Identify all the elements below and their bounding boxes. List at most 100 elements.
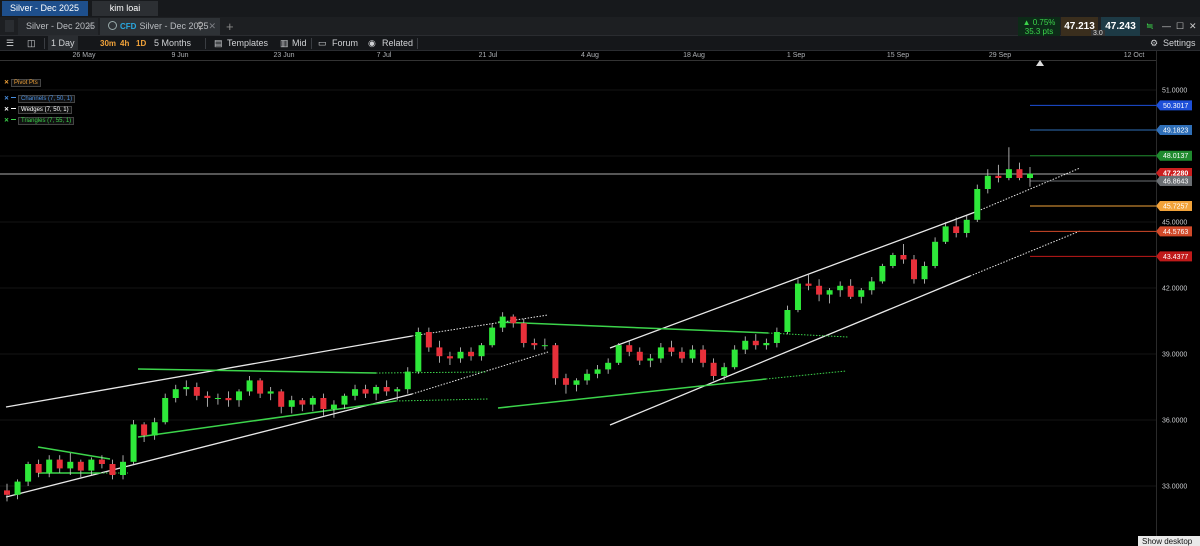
candle-body: [562, 378, 569, 385]
candle: [425, 327, 432, 352]
forum-icon[interactable]: ▭: [318, 36, 327, 51]
candle: [67, 453, 74, 475]
candle-body: [868, 281, 875, 291]
legend-triangles[interactable]: ✕ Triangles (7, 55, 1): [4, 117, 75, 125]
templates-button[interactable]: Templates: [227, 36, 268, 51]
candle-body: [1016, 169, 1023, 178]
eye-icon[interactable]: [11, 119, 17, 120]
candle: [14, 479, 21, 500]
close-icon[interactable]: ✕: [208, 18, 216, 35]
candle-body: [446, 356, 453, 359]
candle-body: [858, 290, 865, 297]
candle-body: [130, 424, 137, 462]
triangle-3-lower: [497, 378, 767, 409]
candle: [541, 338, 548, 350]
candle: [689, 345, 696, 363]
candle-body: [541, 345, 548, 347]
candle-body: [995, 175, 1002, 178]
trade-toggle-icon[interactable]: ≒: [1146, 17, 1154, 36]
candle: [531, 338, 538, 350]
pivot-tag-label: 48.0137: [1163, 153, 1188, 160]
pivot-tag: 49.1823: [1156, 124, 1192, 135]
instrument-tab-inactive[interactable]: Silver - Dec 2025 ✕: [18, 18, 98, 35]
candle: [56, 455, 63, 473]
pivot-tag-label: 45.7257: [1163, 204, 1188, 211]
price-mode-icon[interactable]: ▥: [280, 36, 289, 51]
candle-body: [478, 345, 485, 357]
candle: [974, 184, 981, 222]
candle-body: [889, 255, 896, 266]
interval-1d[interactable]: 1D: [136, 36, 146, 51]
price-mode-button[interactable]: Mid: [292, 36, 307, 51]
settings-button[interactable]: Settings: [1163, 36, 1196, 51]
wedge-upper-line: [609, 210, 979, 349]
remove-indicator-icon[interactable]: ✕: [4, 118, 9, 124]
close-icon[interactable]: ✕: [86, 18, 94, 35]
remove-indicator-icon[interactable]: ✕: [4, 80, 9, 86]
candle: [858, 288, 865, 304]
eye-icon[interactable]: [11, 97, 17, 98]
candle: [636, 347, 643, 365]
related-button[interactable]: Related: [382, 36, 413, 51]
legend-pivot[interactable]: ✕ Pivot Pts: [4, 79, 41, 87]
candle-body: [172, 389, 179, 398]
maximize-icon[interactable]: ☐: [1176, 17, 1184, 36]
candle: [657, 343, 664, 363]
window-tab-kim-loai[interactable]: kim loai: [92, 1, 158, 16]
candle-body: [141, 424, 148, 436]
templates-icon[interactable]: ▤: [214, 36, 223, 51]
remove-indicator-icon[interactable]: ✕: [4, 96, 9, 102]
search-icon[interactable]: ⚲: [197, 18, 204, 35]
candle-body: [151, 422, 158, 436]
buy-price-button[interactable]: 47.243: [1101, 17, 1140, 36]
candle-body: [341, 395, 348, 405]
layout-icon[interactable]: ◫: [27, 36, 36, 51]
legend-channels[interactable]: ✕ Channels (7, 50, 1): [4, 95, 76, 103]
price-tick-label: 42.0000: [1162, 286, 1187, 293]
candle-body: [921, 266, 928, 280]
interval-4h[interactable]: 4h: [120, 36, 129, 51]
date-tick-label: 4 Aug: [581, 52, 599, 59]
legend-triangles-label: Triangles (7, 55, 1): [18, 117, 75, 125]
forum-button[interactable]: Forum: [332, 36, 358, 51]
menu-handle-icon[interactable]: [5, 20, 14, 32]
candle-body: [183, 387, 190, 390]
price-chart[interactable]: 51.000048.000045.000042.000039.000036.00…: [0, 61, 1200, 546]
candle-body: [752, 340, 759, 346]
candle-body: [932, 241, 939, 266]
change-points: 35.3 pts: [1024, 27, 1054, 36]
candle-body: [109, 464, 116, 475]
candle: [816, 279, 823, 302]
candle-body: [1005, 169, 1012, 178]
instrument-tab-active[interactable]: CFD Silver - Dec 2025 ⚲ ✕: [100, 18, 220, 35]
candle: [900, 244, 907, 264]
candle: [921, 261, 928, 284]
add-tab-button[interactable]: +: [226, 17, 234, 36]
candle: [35, 459, 42, 478]
minimize-icon[interactable]: —: [1162, 17, 1171, 36]
pivot-tag: 48.0137: [1156, 150, 1192, 161]
related-icon[interactable]: ◉: [368, 36, 376, 51]
remove-indicator-icon[interactable]: ✕: [4, 107, 9, 113]
pivot-levels: [1030, 104, 1156, 257]
date-tick-label: 23 Jun: [273, 52, 295, 59]
candle: [605, 358, 612, 374]
candle-body: [552, 345, 559, 379]
interval-select[interactable]: 1 Day: [48, 36, 78, 51]
candle-body: [794, 283, 801, 310]
eye-icon[interactable]: [11, 108, 17, 109]
candle: [910, 255, 917, 284]
list-icon[interactable]: ☰: [6, 36, 14, 51]
range-select[interactable]: 5 Months: [154, 36, 191, 51]
legend-wedges[interactable]: ✕ Wedges (7, 50, 1): [4, 106, 72, 114]
window-tab-silver[interactable]: Silver - Dec 2025: [2, 1, 88, 16]
candle: [784, 305, 791, 335]
gear-icon[interactable]: ⚙: [1150, 36, 1158, 51]
date-tick-label: 9 Jun: [171, 52, 189, 59]
candle: [489, 323, 496, 348]
candle-body: [773, 332, 780, 343]
candle-body: [415, 332, 422, 372]
interval-30m[interactable]: 30m: [100, 36, 116, 51]
candle: [942, 222, 949, 244]
close-window-icon[interactable]: ✕: [1189, 17, 1197, 36]
